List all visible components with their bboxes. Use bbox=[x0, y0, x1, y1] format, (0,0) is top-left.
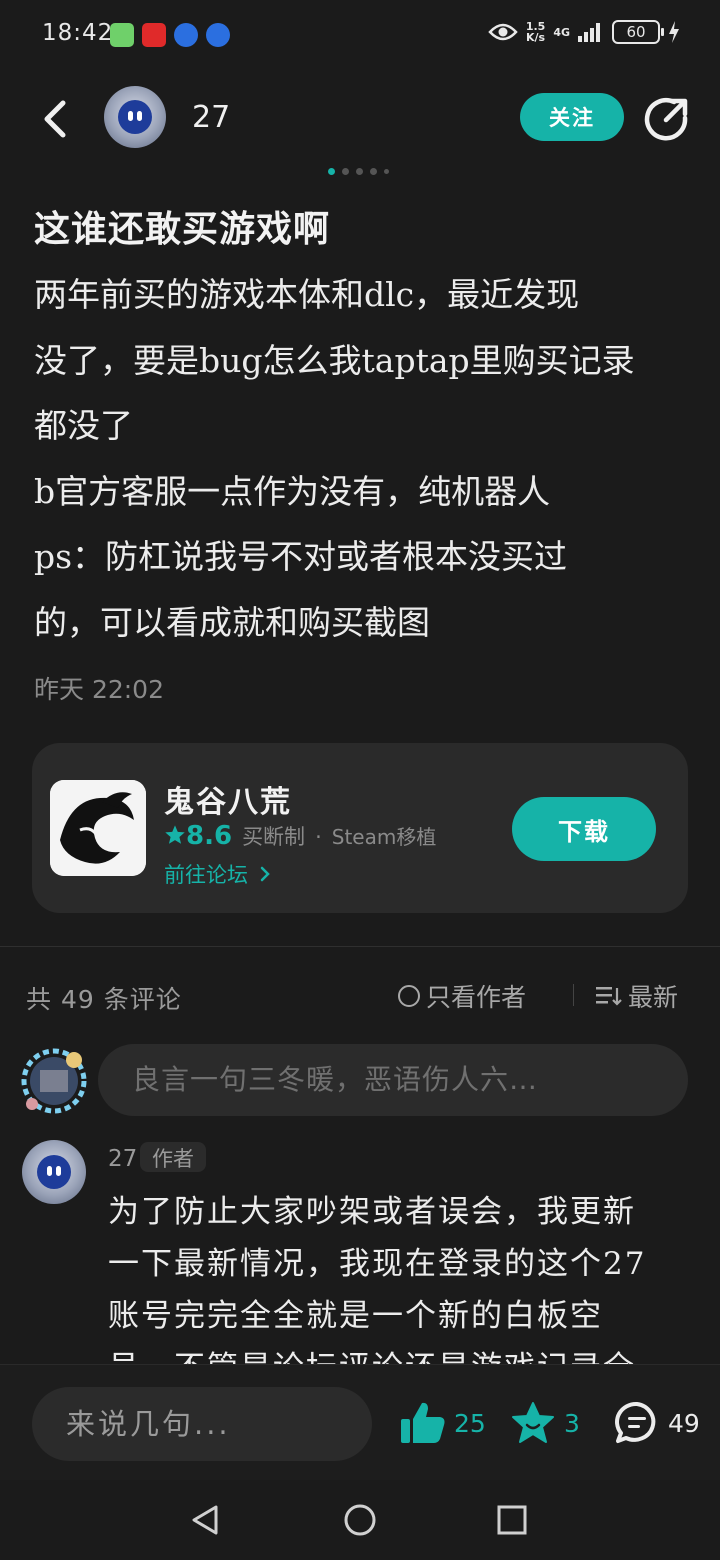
download-button[interactable]: 下载 bbox=[512, 797, 656, 861]
follow-button[interactable]: 关注 bbox=[520, 93, 624, 141]
post-header: 27 关注 bbox=[0, 80, 720, 160]
meta-separator: · bbox=[315, 825, 322, 849]
post-body-line: 两年前买的游戏本体和dlc，最近发现 bbox=[34, 275, 580, 314]
game-rating: 8.6 bbox=[164, 821, 232, 851]
post-body-line: 的，可以看成就和购买截图 bbox=[34, 602, 430, 642]
game-icon bbox=[50, 780, 146, 876]
post-body-line: 都没了 bbox=[34, 406, 133, 445]
post-title: 这谁还敢买游戏啊 bbox=[34, 209, 331, 250]
image-pager-dots bbox=[328, 168, 389, 175]
game-port: Steam移植 bbox=[331, 825, 437, 849]
chevron-left-icon bbox=[44, 100, 66, 138]
radio-circle-icon bbox=[398, 985, 420, 1007]
network-speed: 1.5 K/s bbox=[525, 20, 546, 44]
game-purchase-type: 买断制 bbox=[242, 825, 306, 849]
nav-back-button[interactable] bbox=[188, 1502, 224, 1538]
game-card[interactable]: 鬼谷八荒 8.6 买断制 · Steam移植 前往论坛 下载 bbox=[32, 743, 688, 913]
notification-app-icon bbox=[174, 23, 198, 47]
favorite-button[interactable]: 3 bbox=[510, 1401, 580, 1445]
author-only-toggle[interactable]: 只看作者 bbox=[398, 978, 526, 1014]
robot-face-icon bbox=[37, 1155, 71, 1189]
eye-icon bbox=[488, 23, 518, 41]
nav-recents-button[interactable] bbox=[494, 1502, 530, 1538]
square-recents-icon bbox=[497, 1505, 527, 1535]
like-button[interactable]: 25 bbox=[400, 1401, 486, 1445]
sort-latest-button[interactable]: 最新 bbox=[596, 978, 678, 1014]
post-body: 两年前买的游戏本体和dlc，最近发现 没了，要是bug怎么我taptap里购买记… bbox=[34, 262, 694, 655]
notification-app-icon bbox=[142, 23, 166, 47]
share-button[interactable] bbox=[644, 96, 690, 142]
status-time: 18:42 bbox=[42, 20, 114, 46]
star-icon bbox=[165, 825, 185, 844]
author-name[interactable]: 27 bbox=[192, 100, 230, 135]
post-body-line: 没了，要是bug怎么我taptap里购买记录 bbox=[34, 340, 635, 380]
comment-line: 一下最新情况，我现在登录的这个27 bbox=[108, 1246, 647, 1282]
author-avatar[interactable] bbox=[104, 86, 166, 148]
post-timestamp: 昨天 22:02 bbox=[34, 675, 164, 704]
sort-icon bbox=[596, 987, 622, 1006]
post-body-line: ps：防杠说我号不对或者根本没买过 bbox=[34, 537, 568, 576]
triangle-back-icon bbox=[192, 1505, 218, 1535]
divider bbox=[573, 984, 574, 1006]
comment-input[interactable]: 良言一句三冬暖，恶语伤人六… bbox=[98, 1044, 688, 1116]
system-nav-bar bbox=[0, 1480, 720, 1560]
thumbs-up-icon bbox=[401, 1402, 445, 1443]
bottom-action-bar: 来说几句... 25 3 49 bbox=[0, 1364, 720, 1480]
comment-body[interactable]: 为了防止大家吵架或者误会，我更新 一下最新情况，我现在登录的这个27 账号完完全… bbox=[108, 1186, 698, 1394]
nav-home-button[interactable] bbox=[342, 1502, 378, 1538]
signal-icon bbox=[578, 23, 600, 42]
my-avatar[interactable] bbox=[18, 1048, 90, 1114]
robot-face-icon bbox=[118, 100, 152, 134]
author-badge: 作者 bbox=[140, 1142, 206, 1172]
battery-indicator: 60 bbox=[612, 20, 664, 44]
chevron-right-icon bbox=[260, 866, 270, 882]
game-meta: 8.6 买断制 · Steam移植 bbox=[164, 821, 436, 851]
circle-home-icon bbox=[344, 1504, 376, 1536]
reply-input[interactable]: 来说几句... bbox=[32, 1387, 372, 1461]
share-icon bbox=[644, 98, 688, 141]
post-body-line: b官方客服一点作为没有，纯机器人 bbox=[34, 471, 551, 511]
comment-bubble-icon bbox=[615, 1401, 656, 1443]
charging-icon bbox=[669, 21, 679, 43]
game-name: 鬼谷八荒 bbox=[164, 785, 292, 820]
status-bar: 18:42 1.5 K/s 4G 60 bbox=[0, 0, 720, 70]
comments-count: 共 49 条评论 bbox=[26, 985, 182, 1014]
comment-line: 账号完完全全就是一个新的白板空 bbox=[108, 1298, 603, 1334]
comment-line: 为了防止大家吵架或者误会，我更新 bbox=[108, 1194, 636, 1230]
star-face-icon bbox=[512, 1402, 554, 1443]
divider bbox=[0, 946, 720, 947]
forum-link[interactable]: 前往论坛 bbox=[164, 859, 271, 889]
notification-app-icon bbox=[206, 23, 230, 47]
back-button[interactable] bbox=[34, 94, 74, 144]
network-type: 4G bbox=[553, 25, 570, 39]
comments-button[interactable]: 49 bbox=[614, 1401, 700, 1445]
notification-app-icon bbox=[110, 23, 134, 47]
commenter-name[interactable]: 27 bbox=[108, 1146, 137, 1172]
commenter-avatar[interactable] bbox=[22, 1140, 86, 1204]
